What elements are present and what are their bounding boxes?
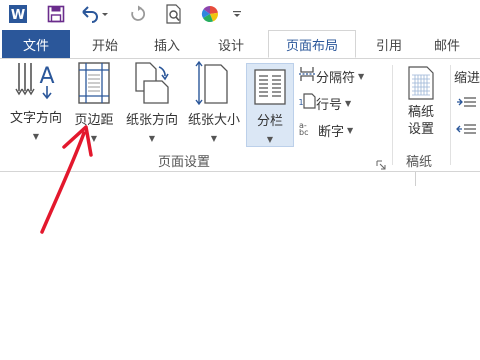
annotation-arrow: [40, 125, 93, 234]
annotation-arrow-overlay: [40, 125, 93, 234]
